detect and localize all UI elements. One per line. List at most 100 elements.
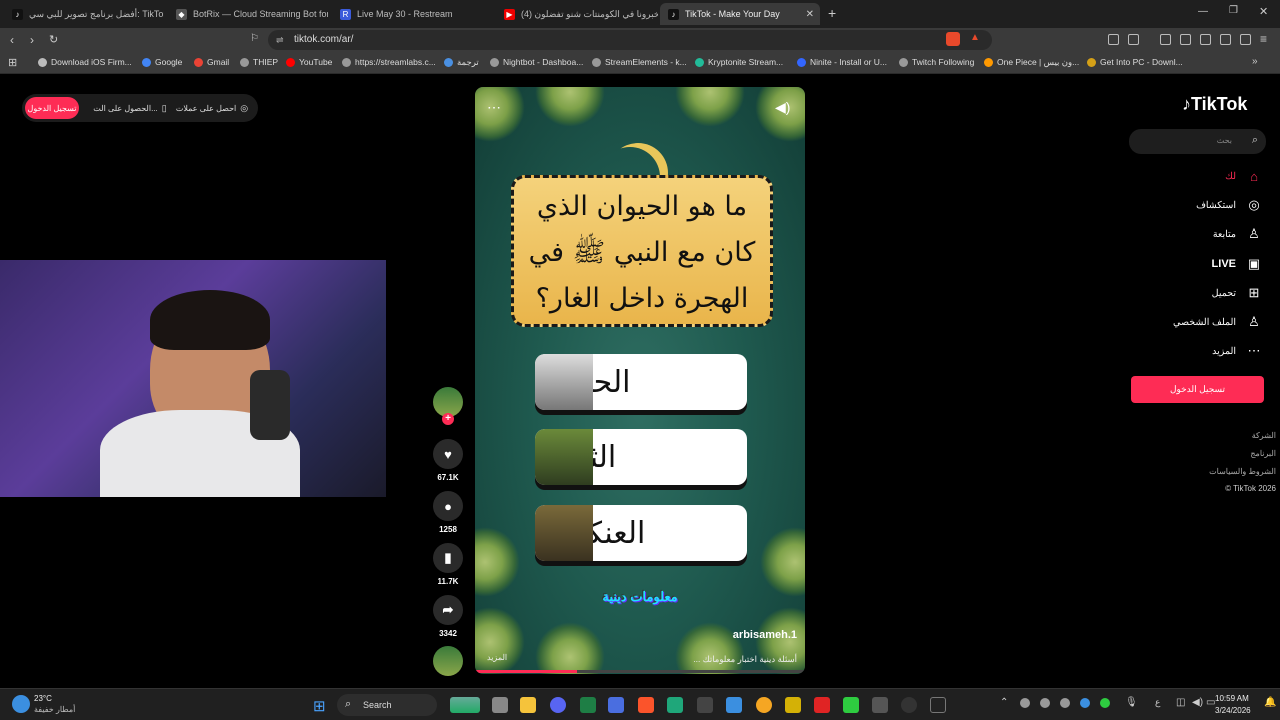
notifications-icon[interactable]: 🔔 [1264, 697, 1276, 708]
bookmark-item[interactable]: Kryptonite Stream... [695, 57, 783, 67]
task-view-icon[interactable] [492, 697, 508, 713]
brave-rewards-icon[interactable]: ▲ [970, 32, 980, 43]
bookmark-item[interactable]: Google [142, 57, 182, 67]
save-button[interactable]: ▮ 11.7K [433, 543, 463, 586]
tray-icon[interactable] [1020, 698, 1030, 708]
bookmark-item[interactable]: StreamElements - k... [592, 57, 687, 67]
more-options-icon[interactable]: ⋯ [487, 99, 501, 116]
login-pill-button[interactable]: تسجيل الدخول [25, 97, 79, 119]
new-tab-button[interactable]: + [828, 5, 836, 21]
app-icon[interactable] [756, 697, 772, 713]
network-icon[interactable]: ◫ [1176, 697, 1185, 708]
comment-button[interactable]: ● 1258 [433, 491, 463, 534]
menu-icon[interactable]: ≡ [1260, 32, 1267, 46]
media-icon[interactable] [1160, 34, 1171, 45]
extensions-icon[interactable] [1108, 34, 1119, 45]
app-icon[interactable] [726, 697, 742, 713]
volume-icon[interactable]: ◀) [1192, 697, 1203, 708]
store-icon[interactable] [608, 697, 624, 713]
widgets-icon[interactable] [450, 697, 480, 713]
app-icon[interactable] [667, 697, 683, 713]
maximize-icon[interactable]: ❐ [1229, 5, 1238, 16]
minimize-icon[interactable]: — [1198, 6, 1208, 17]
windows-start-icon[interactable]: ⊞ [313, 697, 326, 715]
tray-icon[interactable] [1060, 698, 1070, 708]
answer-option-3[interactable]: العنكبوت [535, 505, 747, 561]
bookmark-item[interactable]: ترجمة [444, 57, 479, 68]
reload-icon[interactable]: ↻ [49, 33, 58, 46]
obs-icon[interactable] [901, 697, 917, 713]
progress-track[interactable] [475, 670, 805, 673]
tab-1[interactable]: ♪ أفضل برنامج تصوير للبي سي: TikTok [4, 3, 164, 25]
follow-plus-icon[interactable]: + [442, 413, 454, 425]
nav-live[interactable]: ▣ LIVE [1212, 256, 1262, 272]
discord-icon[interactable] [550, 697, 566, 713]
tiktok-logo[interactable]: ♪TikTok [1182, 94, 1247, 115]
adobe-icon[interactable] [814, 697, 830, 713]
clock-time[interactable]: 10:59 AM [1215, 694, 1249, 703]
brave-icon[interactable] [638, 697, 654, 713]
footer-terms-link[interactable]: الشروط والسياسات [1209, 467, 1276, 476]
apps-icon[interactable]: ⊞ [8, 56, 17, 69]
footer-company-link[interactable]: الشركة [1252, 431, 1276, 440]
bookmark-item[interactable]: Ninite - Install or U... [797, 57, 887, 67]
terminal-icon[interactable] [930, 697, 946, 713]
get-coins-button[interactable]: احصل على عملات ◎ [172, 97, 252, 119]
footer-program-link[interactable]: البرنامج [1250, 449, 1276, 458]
tab-3[interactable]: R Live May 30 - Restream [332, 3, 492, 25]
video-player[interactable]: ⋯ ◀) ما هو الحيوان الذي كان مع النبي ﷺ ف… [475, 87, 805, 674]
tray-chevron-icon[interactable]: ⌃ [1000, 697, 1008, 708]
creator-avatar[interactable]: + [433, 387, 463, 425]
bookmark-icon[interactable]: ⚐ [250, 33, 259, 44]
nav-for-you[interactable]: ⌂ لك [1225, 168, 1262, 184]
sidebar-login-button[interactable]: تسجيل الدخول [1131, 376, 1264, 403]
search-icon[interactable]: ⌕ [1252, 134, 1258, 147]
tray-icon[interactable] [1100, 698, 1110, 708]
back-icon[interactable]: ‹ [10, 33, 14, 47]
bookmark-item[interactable]: Get Into PC - Downl... [1087, 57, 1183, 67]
bookmark-item[interactable]: Nightbot - Dashboa... [490, 57, 583, 67]
like-button[interactable]: ♥ 67.1K [433, 439, 463, 482]
leo-icon[interactable] [1220, 34, 1231, 45]
brave-shield-icon[interactable] [946, 32, 960, 46]
close-window-icon[interactable]: ✕ [1259, 5, 1268, 18]
tab-5[interactable]: ♪ TikTok - Make Your Day ✕ [660, 3, 820, 25]
answer-option-1[interactable]: الحمامة [535, 354, 747, 410]
bookmark-item[interactable]: Twitch Following [899, 57, 974, 67]
microphone-icon[interactable]: 🎙 [1125, 697, 1138, 708]
tab-2[interactable]: ◆ BotRix — Cloud Streaming Bot for Tw [168, 3, 328, 25]
sidebar-icon[interactable] [1180, 34, 1191, 45]
weather-icon[interactable] [12, 695, 30, 713]
bookmark-item[interactable]: One Piece | ون بيس... [984, 57, 1079, 68]
tab-4[interactable]: ▶ (4) خبرونا في الكومنتات شنو تفضلون [496, 3, 658, 25]
music-disc[interactable] [433, 646, 463, 680]
file-explorer-icon[interactable] [520, 697, 536, 713]
see-more-link[interactable]: المزيد [487, 653, 507, 662]
app-icon[interactable] [785, 697, 801, 713]
search-input[interactable]: بحث ⌕ [1129, 129, 1266, 154]
bookmark-item[interactable]: YouTube [286, 57, 332, 67]
app-icon[interactable] [843, 697, 859, 713]
nav-more[interactable]: ⋯ المزيد [1212, 343, 1262, 359]
tray-icon[interactable] [1040, 698, 1050, 708]
vpn-icon[interactable] [1240, 34, 1251, 45]
bookmark-item[interactable]: Gmail [194, 57, 229, 67]
nav-following[interactable]: ♙ متابعة [1213, 226, 1262, 242]
nav-profile[interactable]: ♙ الملف الشخصي [1173, 314, 1262, 330]
app-icon[interactable] [697, 697, 713, 713]
share-icon[interactable] [1200, 34, 1211, 45]
forward-icon[interactable]: › [30, 33, 34, 47]
excel-icon[interactable] [580, 697, 596, 713]
nav-explore[interactable]: ◎ استكشاف [1196, 197, 1262, 213]
share-button[interactable]: ➦ 3342 [433, 595, 463, 638]
taskbar-search[interactable]: ⌕ Search [337, 694, 437, 716]
wallet-icon[interactable] [1128, 34, 1139, 45]
get-app-button[interactable]: الحصول على الت... ▯ [92, 97, 168, 119]
bookmark-item[interactable]: Download iOS Firm... [38, 57, 132, 67]
url-input[interactable]: ⇌ tiktok.com/ar/ [268, 30, 992, 50]
language-indicator-icon[interactable]: ع [1155, 697, 1160, 708]
clock-date[interactable]: 3/24/2026 [1215, 706, 1251, 715]
volume-icon[interactable]: ◀) [775, 99, 790, 116]
close-tab-icon[interactable]: ✕ [806, 9, 814, 20]
bookmark-item[interactable]: https://streamlabs.c... [342, 57, 436, 67]
